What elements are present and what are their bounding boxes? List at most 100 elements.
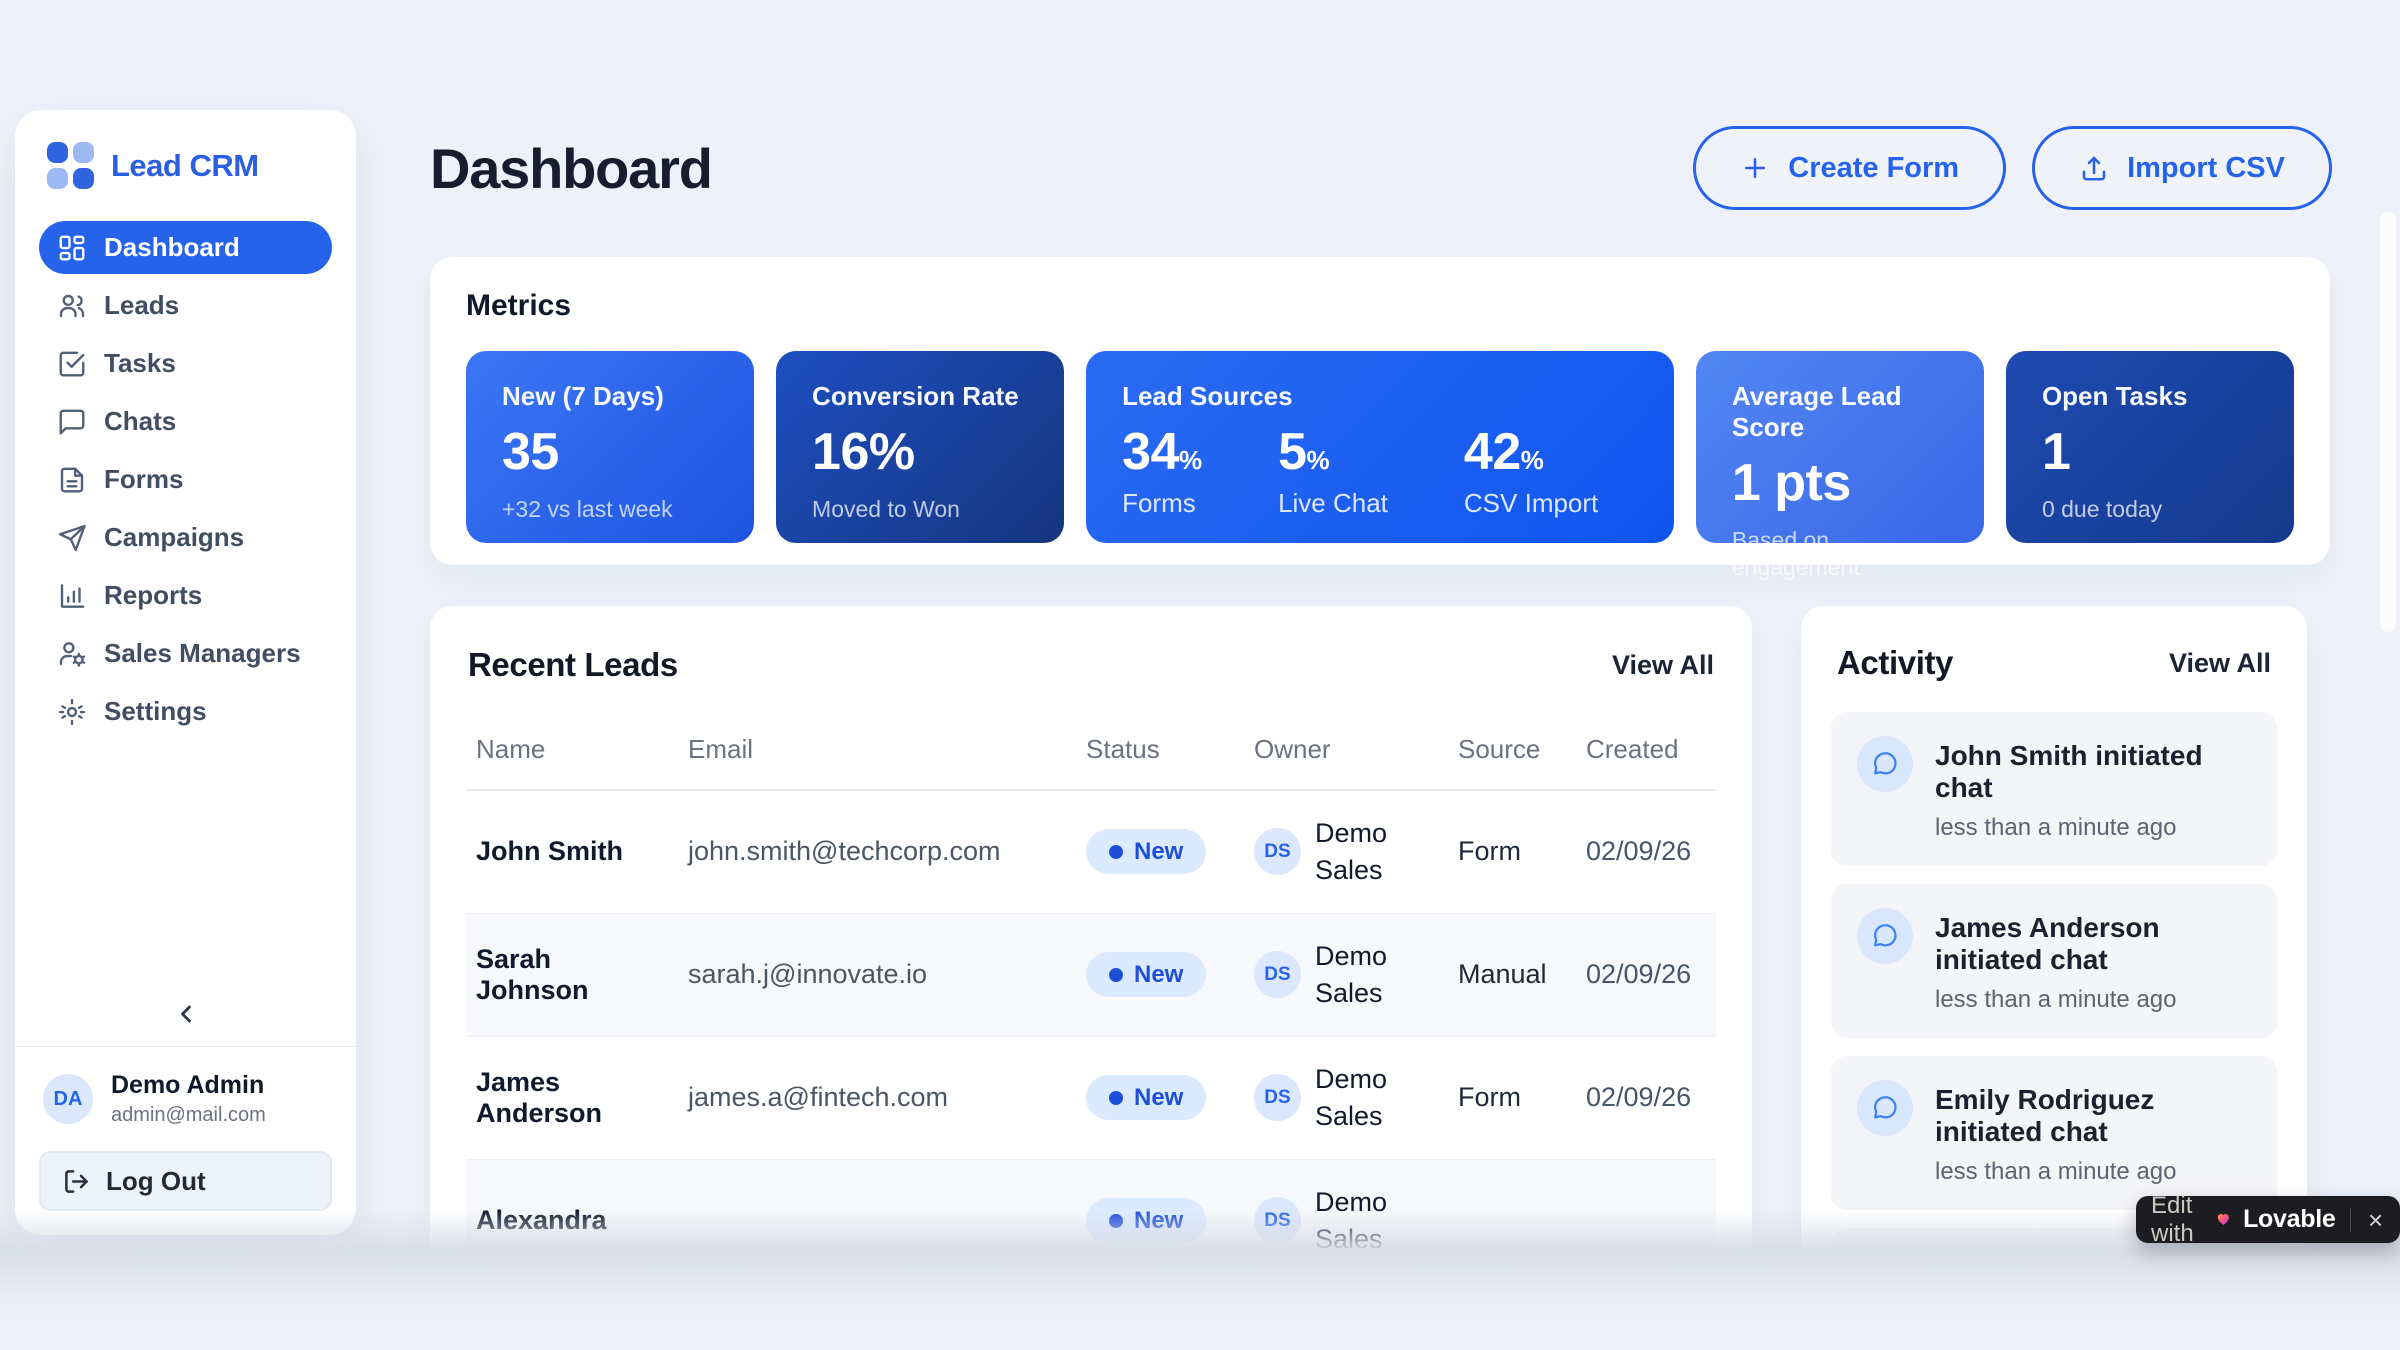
status-badge: New [1086, 952, 1206, 997]
lead-source-stat: 42% CSV Import [1464, 422, 1598, 519]
user-email: admin@mail.com [111, 1104, 266, 1127]
chat-bubble-icon [1857, 1252, 1913, 1308]
lovable-close-icon[interactable]: × [2366, 1207, 2385, 1233]
logout-label: Log Out [106, 1166, 206, 1197]
sidebar-item-reports[interactable]: Reports [39, 569, 332, 622]
activity-time: less than a minute ago [1935, 1330, 2251, 1350]
activity-item[interactable]: Emily Rodriguez initiated chat less than… [1831, 1056, 2277, 1210]
sidebar-item-campaigns[interactable]: Campaigns [39, 511, 332, 564]
metric-subtitle: Moved to Won [812, 496, 1028, 523]
metric-subtitle: +32 vs last week [502, 496, 718, 523]
sidebar-item-label: Settings [104, 696, 207, 727]
metric-value: 1 [2042, 422, 2258, 482]
activity-item[interactable]: John Smith initiated chat less than a mi… [1831, 712, 2277, 866]
send-icon [57, 523, 87, 553]
table-row[interactable]: James Anderson james.a@fintech.com New D… [466, 1036, 1716, 1159]
lead-crm-logo-icon [47, 142, 94, 189]
metric-title: Open Tasks [2042, 381, 2258, 412]
column-header-source: Source [1448, 718, 1576, 790]
file-text-icon [57, 465, 87, 495]
activity-text: Emily Rodriguez initiated chat [1935, 1080, 2251, 1148]
user-cog-icon [57, 639, 87, 669]
activity-text: James Anderson initiated chat [1935, 908, 2251, 976]
sidebar-item-settings[interactable]: Settings [39, 685, 332, 738]
stat-value: 42 [1464, 423, 1521, 481]
scrollbar[interactable] [2380, 212, 2396, 632]
message-square-icon [57, 407, 87, 437]
metric-title: Lead Sources [1122, 381, 1638, 412]
activity-text: Sarah Johnson initiated chat [1935, 1252, 2251, 1320]
sidebar-item-label: Reports [104, 580, 202, 611]
metric-subtitle: 0 due today [2042, 496, 2258, 523]
lead-name: James Anderson [466, 1036, 678, 1159]
sidebar-collapse-button[interactable] [39, 992, 332, 1036]
activity-list: John Smith initiated chat less than a mi… [1831, 712, 2277, 1350]
import-csv-button[interactable]: Import CSV [2032, 126, 2332, 210]
metric-title: Conversion Rate [812, 381, 1028, 412]
metric-subtitle: Based on engagement [1732, 527, 1948, 581]
column-header-status: Status [1076, 718, 1244, 790]
table-row[interactable]: Sarah Johnson sarah.j@innovate.io New DS… [466, 913, 1716, 1036]
chevron-left-icon [172, 1000, 200, 1028]
metric-value: 16% [812, 422, 1028, 482]
lovable-badge[interactable]: Edit with Lovable × [2136, 1196, 2400, 1243]
metric-tile-average-lead-score: Average Lead Score1 pts Based on engagem… [1696, 351, 1984, 543]
sidebar: Lead CRM Dashboard Leads Tasks Chats For… [15, 110, 356, 1235]
metric-tile-conversion-rate: Conversion Rate 16% Moved to Won [776, 351, 1064, 543]
sidebar-item-dashboard[interactable]: Dashboard [39, 221, 332, 274]
lead-email: john.smith@techcorp.com [678, 790, 1076, 913]
activity-time: less than a minute ago [1935, 1158, 2251, 1186]
brand-name: Lead CRM [111, 148, 259, 184]
activity-text: John Smith initiated chat [1935, 736, 2251, 804]
metrics-section: Metrics New (7 Days)35 +32 vs last weekC… [430, 257, 2330, 565]
sidebar-item-label: Sales Managers [104, 638, 301, 669]
lead-created [1576, 1159, 1716, 1282]
sidebar-item-label: Tasks [104, 348, 176, 379]
status-dot-icon [1109, 1214, 1123, 1228]
sidebar-item-leads[interactable]: Leads [39, 279, 332, 332]
stat-label: Forms [1122, 488, 1202, 519]
recent-leads-view-all-link[interactable]: View All [1612, 650, 1714, 681]
lead-source [1448, 1159, 1576, 1282]
table-row[interactable]: Alexandra New DS Demo Sales [466, 1159, 1716, 1282]
activity-view-all-link[interactable]: View All [2169, 648, 2271, 679]
stat-label: Live Chat [1278, 488, 1388, 519]
metrics-title: Metrics [466, 289, 2294, 323]
leads-table: NameEmailStatusOwnerSourceCreated John S… [466, 718, 1716, 1283]
status-dot-icon [1109, 845, 1123, 859]
check-square-icon [57, 349, 87, 379]
metric-value: 35 [502, 422, 718, 482]
owner-name: Demo Sales [1315, 938, 1410, 1011]
user-profile[interactable]: DA Demo Admin admin@mail.com [39, 1047, 332, 1127]
owner-name: Demo Sales [1315, 1061, 1410, 1134]
status-dot-icon [1109, 1091, 1123, 1105]
logout-button[interactable]: Log Out [39, 1151, 332, 1211]
status-badge: New [1086, 829, 1206, 874]
lead-email: james.a@fintech.com [678, 1036, 1076, 1159]
chat-bubble-icon [1857, 1080, 1913, 1136]
lead-source: Form [1448, 1036, 1576, 1159]
lead-created: 02/09/26 [1576, 1036, 1716, 1159]
recent-leads-section: Recent Leads View All NameEmailStatusOwn… [430, 606, 1752, 1350]
lead-source-stat: 5% Live Chat [1278, 422, 1388, 519]
column-header-created: Created [1576, 718, 1716, 790]
metric-tile-lead-sources: Lead Sources 34% Forms 5% Live Chat 42% … [1086, 351, 1674, 543]
activity-item[interactable]: Sarah Johnson initiated chat less than a… [1831, 1228, 2277, 1350]
sidebar-item-forms[interactable]: Forms [39, 453, 332, 506]
sidebar-item-chats[interactable]: Chats [39, 395, 332, 448]
create-form-button[interactable]: Create Form [1693, 126, 2006, 210]
status-dot-icon [1109, 968, 1123, 982]
sidebar-item-sales-managers[interactable]: Sales Managers [39, 627, 332, 680]
table-row[interactable]: John Smith john.smith@techcorp.com New D… [466, 790, 1716, 913]
activity-item[interactable]: James Anderson initiated chat less than … [1831, 884, 2277, 1038]
upload-icon [2079, 153, 2109, 183]
sidebar-item-label: Chats [104, 406, 176, 437]
lead-email: sarah.j@innovate.io [678, 913, 1076, 1036]
avatar: DA [43, 1074, 93, 1124]
owner-avatar: DS [1254, 951, 1301, 998]
sidebar-item-tasks[interactable]: Tasks [39, 337, 332, 390]
lovable-badge-divider [2350, 1208, 2351, 1232]
import-csv-label: Import CSV [2127, 152, 2285, 185]
lovable-badge-prefix: Edit with [2151, 1192, 2204, 1248]
owner-avatar: DS [1254, 1197, 1301, 1244]
